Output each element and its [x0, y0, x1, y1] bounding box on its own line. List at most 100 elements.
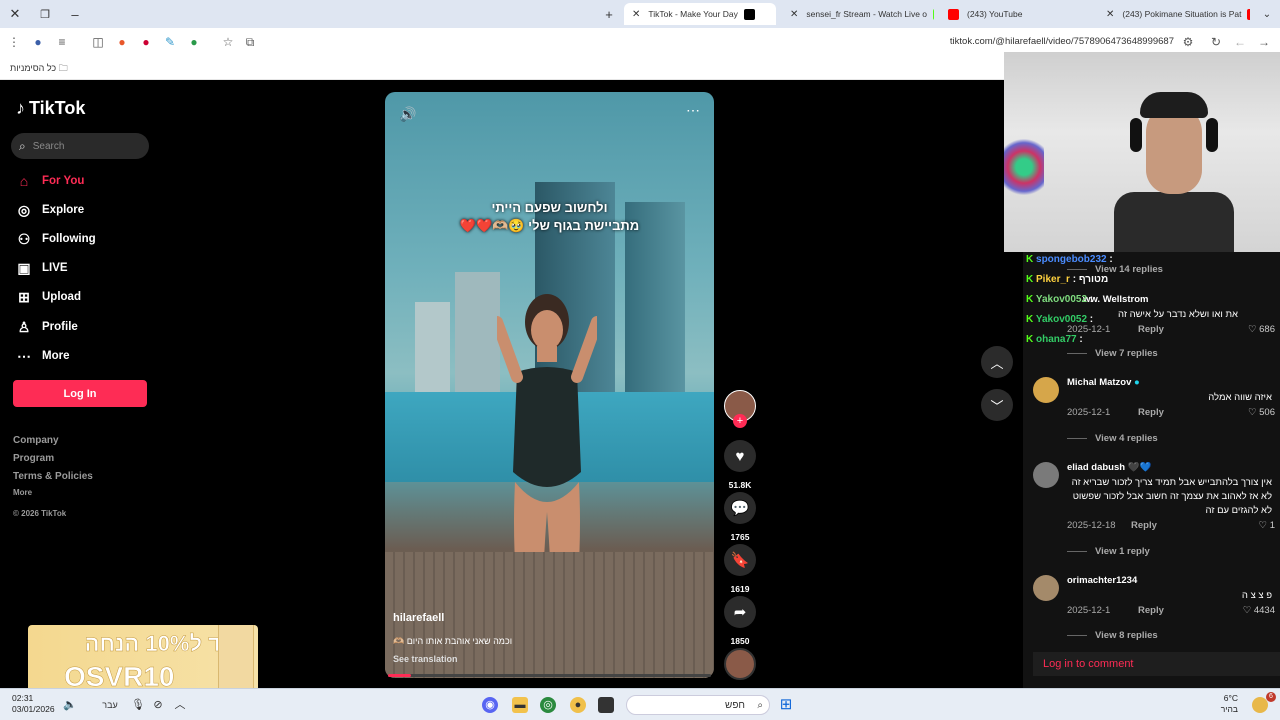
extensions-icon[interactable]: ◫: [90, 34, 106, 50]
close-tab-icon[interactable]: ✕: [632, 9, 640, 20]
follow-plus-icon[interactable]: +: [733, 414, 747, 428]
windows-start-icon[interactable]: ⊞: [778, 697, 794, 713]
chat-message: K ohana77 :: [1026, 334, 1083, 345]
forward-icon[interactable]: ←: [1232, 34, 1248, 50]
comment-author[interactable]: Michal Matzov ●: [1067, 377, 1140, 388]
network-icon[interactable]: ⊘: [150, 697, 166, 713]
tiktok-logo[interactable]: ♪ TikTok: [16, 98, 85, 119]
next-video-button[interactable]: ﹀: [981, 389, 1013, 421]
menu-icon[interactable]: ⋮: [6, 34, 22, 50]
share-button[interactable]: ➦ 1850: [724, 596, 756, 646]
footer-more-link[interactable]: More: [13, 488, 32, 497]
language-indicator[interactable]: עבר: [102, 697, 118, 713]
reply-button[interactable]: Reply: [1131, 520, 1157, 531]
bookmark-star-icon[interactable]: ☆: [220, 34, 236, 50]
app-icon[interactable]: [598, 697, 614, 713]
video-player[interactable]: 🔊 ⋯ ולחשוב שפעם הייתי מתביישת בגוף שלי 🥹…: [385, 92, 714, 678]
login-button[interactable]: Log In: [13, 380, 147, 407]
extension-icon[interactable]: ●: [114, 34, 130, 50]
microphone-icon[interactable]: 🎙: [130, 697, 146, 713]
nav-label: More: [42, 350, 70, 362]
save-button[interactable]: 🔖 1619: [724, 544, 756, 594]
like-button[interactable]: ♥ 51.8K: [724, 440, 756, 490]
app-icon[interactable]: ●: [570, 697, 586, 713]
comment-author[interactable]: eliad dabush 🖤💙: [1067, 462, 1151, 473]
more-options-icon[interactable]: ⋯: [686, 102, 700, 119]
restore-window-icon[interactable]: ❐: [30, 0, 60, 28]
comment-button[interactable]: 💬 1765: [724, 492, 756, 542]
comment-like-button[interactable]: ♡ 4434: [1243, 605, 1275, 616]
chat-text: :: [1109, 254, 1113, 265]
volume-icon[interactable]: 🔊: [399, 106, 416, 123]
view-replies-button[interactable]: View 4 replies: [1067, 433, 1158, 444]
new-tab-button[interactable]: +: [594, 0, 624, 28]
site-settings-icon[interactable]: ⚙: [1180, 34, 1196, 50]
nav-explore[interactable]: ◎ Explore: [16, 199, 84, 221]
browser-tabbar: ✕ ❐ – + ✕ TikTok - Make Your Day ✕ sense…: [0, 0, 1280, 28]
reply-button[interactable]: Reply: [1138, 605, 1164, 616]
following-icon: ⚇: [17, 230, 31, 247]
extension-icon[interactable]: ●: [138, 34, 154, 50]
url-field[interactable]: tiktok.com/@hilarefaell/video/7578906473…: [950, 36, 1174, 47]
nav-upload[interactable]: ⊞ Upload: [16, 286, 81, 308]
tab-youtube[interactable]: (243) YouTube: [940, 3, 1092, 25]
extension-icon[interactable]: ●: [186, 34, 202, 50]
avatar[interactable]: [1033, 462, 1059, 488]
minimize-window-icon[interactable]: –: [60, 0, 90, 28]
search-input[interactable]: ⌕ Search: [11, 133, 149, 159]
comment-like-button[interactable]: ♡ 1: [1259, 520, 1275, 531]
profile-icon: ♙: [17, 318, 31, 335]
music-disc-button[interactable]: [724, 648, 756, 680]
video-author[interactable]: hilarefaell: [393, 612, 444, 624]
author-avatar-button[interactable]: +: [724, 390, 756, 428]
nav-live[interactable]: ▣ LIVE: [16, 257, 67, 279]
chevron-down-icon: ﹀: [990, 398, 1004, 414]
live-icon: ▣: [17, 259, 31, 276]
nav-following[interactable]: ⚇ Following: [16, 228, 96, 250]
verified-icon: ●: [1134, 377, 1140, 388]
login-to-comment-link[interactable]: Log in to comment: [1033, 652, 1280, 676]
avatar[interactable]: [1033, 377, 1059, 403]
tray-chevron-icon[interactable]: ︿: [172, 697, 188, 713]
view-replies-button[interactable]: View 1 reply: [1067, 546, 1150, 557]
nav-more[interactable]: ⋯ More: [16, 345, 69, 367]
all-bookmarks-link[interactable]: כל הסימניות 🗀: [10, 61, 68, 77]
footer-program-link[interactable]: Program: [13, 453, 54, 464]
taskbar-search[interactable]: חפש ⌕: [626, 695, 770, 715]
share-icon[interactable]: ⧉: [242, 34, 258, 50]
close-tab-icon[interactable]: ✕: [790, 9, 798, 20]
discord-icon[interactable]: ◉: [482, 697, 498, 713]
file-explorer-icon[interactable]: ▬: [512, 697, 528, 713]
nav-for-you[interactable]: ⌂ For You: [16, 170, 85, 192]
comment-like-button[interactable]: ♡ 506: [1248, 407, 1275, 418]
reply-button[interactable]: Reply: [1138, 407, 1164, 418]
reload-icon[interactable]: ↻: [1208, 34, 1224, 50]
close-tab-icon[interactable]: ✕: [1106, 9, 1114, 20]
close-window-icon[interactable]: ✕: [0, 0, 30, 28]
tab-tiktok[interactable]: ✕ TikTok - Make Your Day: [624, 3, 776, 25]
chrome-icon[interactable]: ◎: [540, 697, 556, 713]
see-translation-link[interactable]: See translation: [393, 654, 458, 664]
prev-video-button[interactable]: ︿: [981, 346, 1013, 378]
comment-author[interactable]: orimachter1234: [1067, 575, 1137, 586]
logo-text: TikTok: [29, 98, 86, 118]
view-replies-button[interactable]: View 8 replies: [1067, 630, 1158, 640]
nav-profile[interactable]: ♙ Profile: [16, 316, 78, 338]
speaker-icon[interactable]: 🔈: [62, 697, 78, 713]
extension-icon[interactable]: ✎: [162, 34, 178, 50]
reading-list-icon[interactable]: ≡: [54, 34, 70, 50]
tab-stream[interactable]: ✕ sensei_fr Stream - Watch Live o: [782, 3, 934, 25]
video-progress-bar[interactable]: [388, 674, 711, 677]
tab-youtube-2[interactable]: ✕ (243) Pokimane Situation is Pat: [1098, 3, 1250, 25]
profile-icon[interactable]: ●: [30, 34, 46, 50]
comment-date: 2025-12-1: [1067, 407, 1111, 418]
weather-widget[interactable]: 6°C בהיר: [1221, 693, 1238, 715]
footer-terms-link[interactable]: Terms & Policies: [13, 471, 93, 482]
tab-search-icon[interactable]: ⌄: [1252, 0, 1280, 28]
footer-company-link[interactable]: Company: [13, 435, 59, 446]
hair-shape: [1140, 92, 1208, 118]
notification-badge[interactable]: 6: [1266, 692, 1276, 702]
avatar[interactable]: [1033, 575, 1059, 601]
clock[interactable]: 02:31 03/01/2026: [12, 693, 55, 715]
back-icon[interactable]: →: [1256, 34, 1272, 50]
